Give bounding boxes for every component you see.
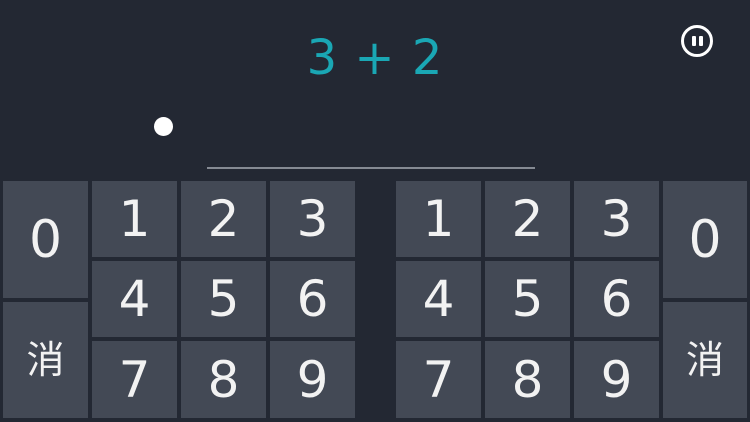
pause-icon xyxy=(699,36,703,46)
game-screen: 3 + 2 0 消 1 2 3 4 5 6 7 8 9 1 2 3 4 5 6 … xyxy=(0,0,750,422)
right-key-erase[interactable]: 消 xyxy=(663,302,747,418)
answer-line xyxy=(207,167,535,169)
right-key-0[interactable]: 0 xyxy=(663,181,747,298)
right-key-8[interactable]: 8 xyxy=(485,341,570,418)
left-key-1[interactable]: 1 xyxy=(92,181,177,257)
right-key-5[interactable]: 5 xyxy=(485,261,570,337)
cursor-dot xyxy=(154,117,173,136)
left-key-3[interactable]: 3 xyxy=(270,181,355,257)
right-key-9[interactable]: 9 xyxy=(574,341,659,418)
left-key-8[interactable]: 8 xyxy=(181,341,266,418)
right-key-6[interactable]: 6 xyxy=(574,261,659,337)
right-key-7[interactable]: 7 xyxy=(396,341,481,418)
left-key-4[interactable]: 4 xyxy=(92,261,177,337)
left-key-9[interactable]: 9 xyxy=(270,341,355,418)
left-key-erase[interactable]: 消 xyxy=(3,302,88,418)
equation-text: 3 + 2 xyxy=(306,30,444,86)
right-key-4[interactable]: 4 xyxy=(396,261,481,337)
right-key-2[interactable]: 2 xyxy=(485,181,570,257)
pause-button[interactable] xyxy=(681,25,713,57)
left-key-5[interactable]: 5 xyxy=(181,261,266,337)
left-key-2[interactable]: 2 xyxy=(181,181,266,257)
left-key-7[interactable]: 7 xyxy=(92,341,177,418)
right-key-3[interactable]: 3 xyxy=(574,181,659,257)
pause-icon xyxy=(692,36,696,46)
left-key-0[interactable]: 0 xyxy=(3,181,88,298)
right-key-1[interactable]: 1 xyxy=(396,181,481,257)
left-key-6[interactable]: 6 xyxy=(270,261,355,337)
